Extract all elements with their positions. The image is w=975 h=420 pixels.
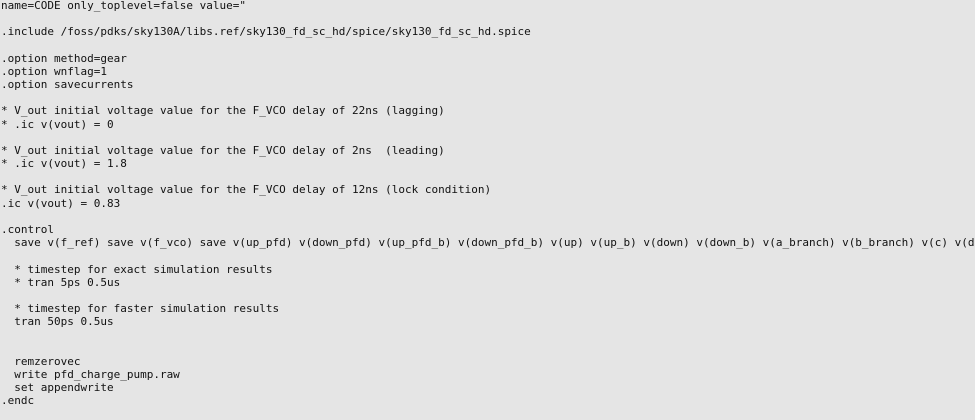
code-line: * tran 5ps 0.5us — [1, 275, 121, 289]
code-line: * V_out initial voltage value for the F_… — [1, 143, 445, 157]
code-line: * timestep for exact simulation results — [1, 262, 273, 276]
code-line: name=CODE only_toplevel=false value=" — [1, 0, 247, 12]
code-line: * .ic v(vout) = 1.8 — [1, 157, 127, 171]
code-line: tran 50ps 0.5us — [1, 315, 114, 329]
code-line: remzerovec — [1, 354, 81, 368]
code-line: .option wnflag=1 — [1, 64, 107, 78]
code-line: .endc — [1, 394, 35, 408]
code-line: * .ic v(vout) = 0 — [1, 117, 114, 131]
code-line: .option savecurrents — [1, 77, 134, 91]
code-line: * V_out initial voltage value for the F_… — [1, 183, 492, 197]
code-editor[interactable]: name=CODE only_toplevel=false value=" .i… — [0, 0, 975, 420]
code-line: .control — [1, 223, 54, 236]
code-line: * V_out initial voltage value for the F_… — [1, 104, 445, 118]
code-line: * timestep for faster simulation results — [1, 302, 280, 316]
code-line: .include /foss/pdks/sky130A/libs.ref/sky… — [1, 25, 531, 39]
code-line: write pfd_charge_pump.raw — [1, 368, 180, 382]
code-line: set appendwrite — [1, 381, 114, 395]
code-line: save v(f_ref) save v(f_vco) save v(up_pf… — [1, 236, 975, 250]
code-line: .ic v(vout) = 0.83 — [1, 196, 121, 210]
code-line: .option method=gear — [1, 51, 127, 65]
